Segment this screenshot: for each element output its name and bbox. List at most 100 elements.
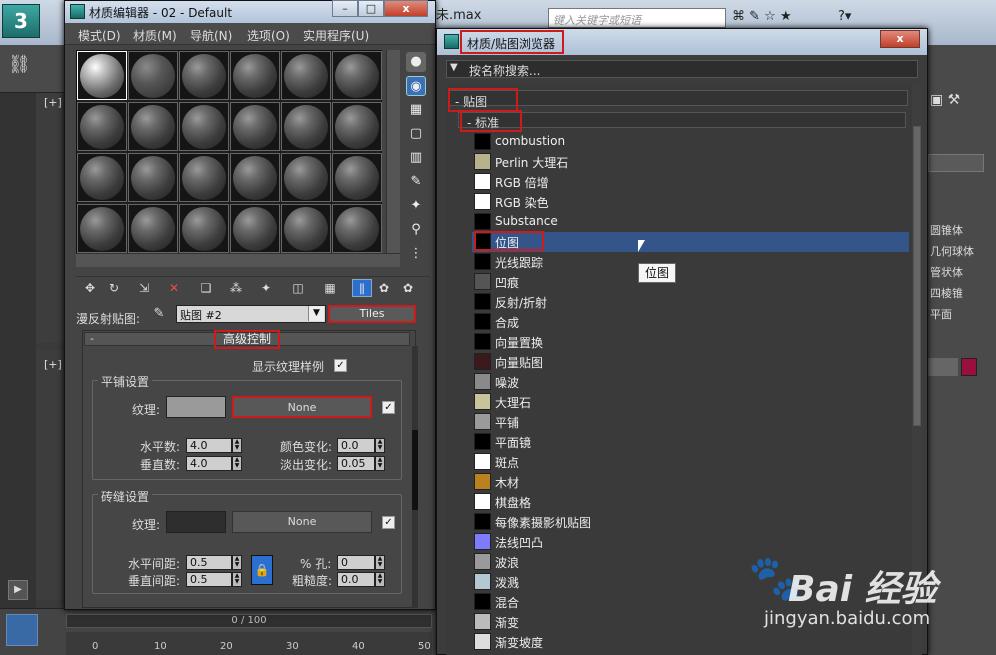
viewport-label[interactable]: [+]: [44, 96, 62, 109]
subcategory-header[interactable]: [458, 112, 906, 128]
viewport-bottom[interactable]: [36, 350, 66, 600]
link-icon[interactable]: ⛓: [8, 54, 34, 80]
rollout-scroll-thumb[interactable]: [412, 430, 418, 510]
subcategory-standard[interactable]: - 标准: [460, 110, 522, 132]
map-list-item[interactable]: [472, 372, 909, 392]
grout-texture-checkbox[interactable]: ✓: [382, 516, 395, 529]
sample-slot[interactable]: [230, 51, 280, 100]
spinner-arrows-icon[interactable]: ▲ ▼: [232, 572, 242, 587]
sample-grid-hscroll[interactable]: [76, 253, 400, 267]
menu-mode[interactable]: 模式(D): [78, 27, 121, 44]
sample-slot[interactable]: [77, 153, 127, 202]
spinner-arrows-icon[interactable]: ▲ ▼: [232, 456, 242, 471]
map-list-item[interactable]: [472, 412, 909, 432]
sample-slot[interactable]: [332, 51, 382, 100]
create-geosphere-button[interactable]: 几何球体: [928, 243, 990, 263]
chevron-down-icon[interactable]: ▼: [308, 306, 324, 321]
sample-slot[interactable]: [179, 51, 229, 100]
app-search-input[interactable]: 键入关键字或短语: [548, 8, 726, 28]
vert-gap-spinner[interactable]: 0.5: [186, 572, 232, 587]
vert-count-spinner[interactable]: 4.0: [186, 456, 232, 471]
viewport-label[interactable]: [+]: [44, 358, 62, 371]
sample-slot[interactable]: [281, 204, 331, 253]
video-color-icon[interactable]: ▥: [406, 148, 426, 168]
color-variance-spinner[interactable]: 0.0: [337, 438, 375, 453]
sample-slot[interactable]: [230, 204, 280, 253]
menu-options[interactable]: 选项(O): [247, 27, 290, 44]
map-list-item[interactable]: [472, 272, 909, 292]
chevron-down-icon[interactable]: ▼: [450, 62, 458, 73]
sample-slot[interactable]: [77, 204, 127, 253]
lock-gap-icon[interactable]: 🔒: [251, 555, 273, 585]
eyedropper-icon[interactable]: ✎: [150, 306, 168, 324]
object-type-dropdown[interactable]: [928, 154, 984, 172]
sample-slot[interactable]: [128, 102, 178, 151]
sample-slot[interactable]: [128, 204, 178, 253]
sample-slot[interactable]: [128, 51, 178, 100]
sample-slot[interactable]: [281, 153, 331, 202]
tile-texture-checkbox[interactable]: ✓: [382, 401, 395, 414]
select-by-material-icon[interactable]: ⚲: [406, 220, 426, 240]
options-icon[interactable]: ✦: [406, 196, 426, 216]
map-list-item[interactable]: [472, 392, 909, 412]
grout-texture-map-button[interactable]: None: [232, 511, 372, 533]
copy-material-icon[interactable]: ❏: [196, 279, 216, 297]
tile-texture-map-button[interactable]: None: [232, 396, 372, 418]
sample-type-icon[interactable]: ●: [406, 52, 426, 72]
sample-slot[interactable]: [179, 153, 229, 202]
map-list-item[interactable]: [472, 312, 909, 332]
make-unique-icon[interactable]: ⁂: [226, 279, 246, 297]
background-checker-icon[interactable]: ▦: [406, 100, 426, 120]
create-pyramid-button[interactable]: 四棱锥: [928, 285, 990, 305]
get-material-icon[interactable]: ✥: [80, 279, 100, 297]
layout-grid-icon[interactable]: [6, 614, 38, 646]
assign-to-selection-icon[interactable]: ⇲: [134, 279, 154, 297]
app-logo-icon[interactable]: 3: [2, 4, 40, 38]
browser-scroll-thumb[interactable]: [913, 126, 921, 426]
material-map-navigator-icon[interactable]: ⋮: [406, 244, 426, 264]
app-toolbar-icons[interactable]: ⌘ ✎ ☆ ★: [732, 9, 842, 27]
map-list-item[interactable]: [472, 472, 909, 492]
rough-spinner[interactable]: 0.0: [337, 572, 375, 587]
menu-utilities[interactable]: 实用程序(U): [303, 27, 369, 44]
grout-color-swatch[interactable]: [166, 511, 226, 533]
create-cone-button[interactable]: 圆锥体: [928, 222, 990, 242]
sample-slot[interactable]: [77, 51, 127, 100]
rollout-title[interactable]: 高级控制: [214, 330, 280, 349]
close-button[interactable]: x: [384, 0, 428, 17]
sample-slot[interactable]: [230, 153, 280, 202]
object-color-swatch[interactable]: [961, 358, 977, 376]
map-name-select[interactable]: 贴图 #2: [176, 305, 326, 323]
map-list-item[interactable]: [472, 432, 909, 452]
horiz-gap-spinner[interactable]: 0.5: [186, 555, 232, 570]
help-icon[interactable]: ?▾: [838, 9, 868, 27]
sample-slot[interactable]: [230, 102, 280, 151]
map-type-button[interactable]: Tiles: [328, 305, 416, 323]
rollout-collapse-icon[interactable]: -: [90, 332, 94, 345]
spinner-arrows-icon[interactable]: ▲ ▼: [375, 456, 385, 471]
maximize-button[interactable]: □: [358, 0, 384, 17]
uv-tiling-icon[interactable]: ▢: [406, 124, 426, 144]
fade-variance-spinner[interactable]: 0.05: [337, 456, 375, 471]
put-to-scene-icon[interactable]: ↻: [104, 279, 124, 297]
holes-spinner[interactable]: 0: [337, 555, 375, 570]
category-maps[interactable]: - 贴图: [448, 88, 518, 112]
show-map-in-viewport-icon[interactable]: ▦: [320, 279, 340, 297]
spinner-arrows-icon[interactable]: ▲ ▼: [232, 555, 242, 570]
show-end-result-icon[interactable]: ⫼: [352, 279, 372, 297]
backlight-icon[interactable]: ◉: [406, 76, 426, 96]
sample-slot[interactable]: [281, 51, 331, 100]
put-to-library-icon[interactable]: ✦: [256, 279, 276, 297]
close-button[interactable]: x: [880, 30, 920, 48]
go-to-parent-icon[interactable]: ✿: [374, 279, 394, 297]
create-plane-button[interactable]: 平面: [928, 306, 990, 326]
timeline-slider[interactable]: 0 / 100: [66, 614, 432, 628]
name-field[interactable]: [928, 358, 958, 376]
sample-slot[interactable]: [179, 204, 229, 253]
material-id-icon[interactable]: ◫: [288, 279, 308, 297]
make-preview-icon[interactable]: ✎: [406, 172, 426, 192]
sample-slot[interactable]: [179, 102, 229, 151]
tile-color-swatch[interactable]: [166, 396, 226, 418]
spinner-arrows-icon[interactable]: ▲ ▼: [232, 438, 242, 453]
spinner-arrows-icon[interactable]: ▲ ▼: [375, 438, 385, 453]
